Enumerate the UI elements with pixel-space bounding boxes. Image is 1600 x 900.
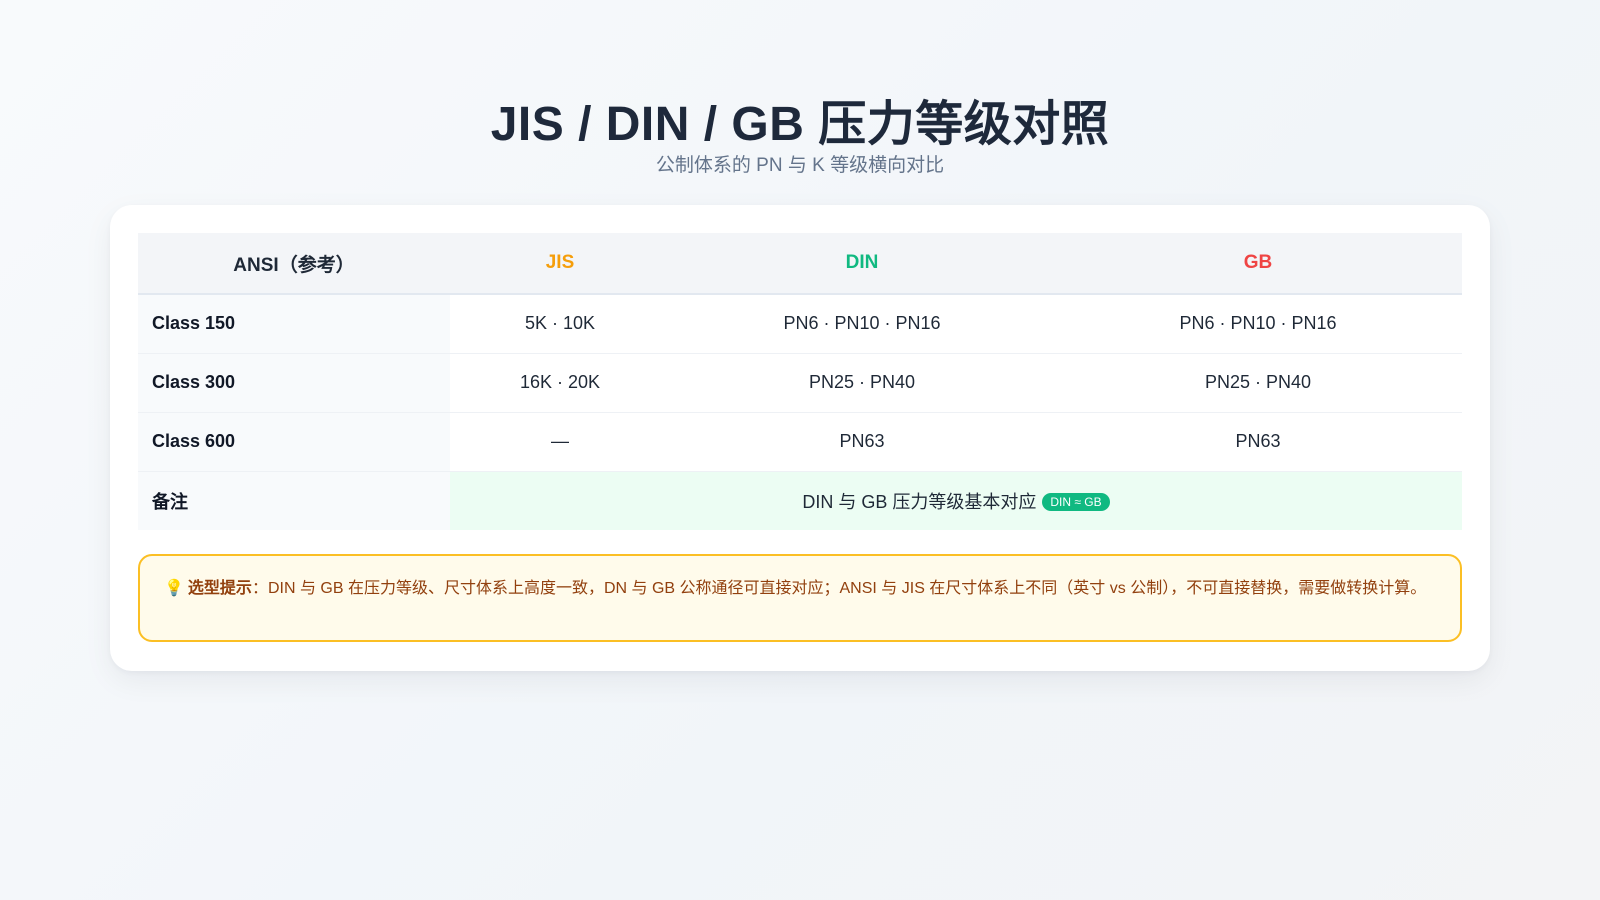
table-header-row: ANSI（参考） JIS DIN GB	[138, 233, 1462, 295]
table-row: Class 150 5K · 10K PN6 · PN10 · PN16 PN6…	[138, 294, 1462, 354]
column-header-gb: GB	[1054, 233, 1462, 295]
page-subtitle: 公制体系的 PN 与 K 等级横向对比	[655, 155, 945, 176]
note-text: DIN 与 GB 压力等级基本对应	[802, 491, 1037, 512]
tip-label: 选型提示	[187, 580, 252, 597]
note-row: 备注 DIN 与 GB 压力等级基本对应 DIN ≈ GB	[138, 471, 1462, 530]
lightbulb-icon: 💡	[164, 580, 184, 597]
page-title: JIS / DIN / GB 压力等级对照	[490, 98, 1110, 151]
row-label: Class 300	[138, 353, 450, 413]
table-cell-gb: PN25 · PN40	[1054, 353, 1462, 413]
table-cell-din: PN63	[670, 412, 1054, 472]
table-row: Class 600 — PN63 PN63	[138, 412, 1462, 472]
pressure-class-table: ANSI（参考） JIS DIN GB Class 150 5K · 10K P…	[138, 233, 1462, 530]
selection-tip-box: 💡 选型提示：DIN 与 GB 在压力等级、尺寸体系上高度一致，DN 与 GB 公…	[138, 554, 1462, 642]
row-label: Class 600	[138, 412, 450, 472]
column-header-din: DIN	[670, 233, 1054, 295]
row-label: Class 150	[138, 294, 450, 354]
comparison-card: ANSI（参考） JIS DIN GB Class 150 5K · 10K P…	[110, 205, 1490, 671]
table-cell-jis: —	[450, 412, 670, 472]
tip-text: ：DIN 与 GB 在压力等级、尺寸体系上高度一致，DN 与 GB 公称通径可直…	[251, 580, 1427, 597]
note-cell: DIN 与 GB 压力等级基本对应 DIN ≈ GB	[450, 471, 1462, 530]
table-cell-jis: 5K · 10K	[450, 294, 670, 354]
table-row: Class 300 16K · 20K PN25 · PN40 PN25 · P…	[138, 353, 1462, 413]
din-gb-badge: DIN ≈ GB	[1042, 492, 1110, 511]
table-cell-din: PN6 · PN10 · PN16	[670, 294, 1054, 354]
table-cell-din: PN25 · PN40	[670, 353, 1054, 413]
column-header-jis: JIS	[450, 233, 670, 295]
table-cell-gb: PN6 · PN10 · PN16	[1054, 294, 1462, 354]
column-header-ansi: ANSI（参考）	[138, 233, 450, 295]
page: JIS / DIN / GB 压力等级对照 公制体系的 PN 与 K 等级横向对…	[0, 0, 1600, 900]
table-cell-gb: PN63	[1054, 412, 1462, 472]
table-cell-jis: 16K · 20K	[450, 353, 670, 413]
note-label: 备注	[138, 471, 450, 530]
